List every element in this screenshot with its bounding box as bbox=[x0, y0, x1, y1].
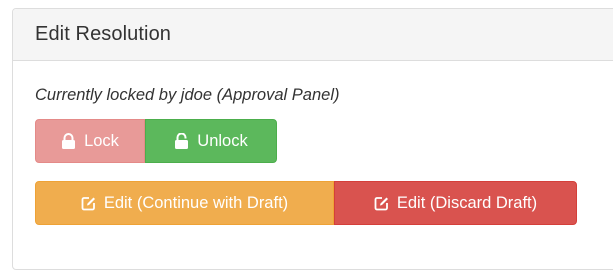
edit-discard-draft-button[interactable]: Edit (Discard Draft) bbox=[334, 181, 577, 225]
edit-resolution-panel: Edit Resolution Currently locked by jdoe… bbox=[12, 8, 613, 270]
unlock-button[interactable]: Unlock bbox=[145, 119, 277, 163]
edit-icon bbox=[81, 196, 96, 211]
panel-title: Edit Resolution bbox=[35, 23, 172, 45]
lock-button[interactable]: Lock bbox=[35, 119, 145, 163]
unlock-icon bbox=[174, 133, 189, 149]
panel-heading: Edit Resolution bbox=[13, 9, 613, 61]
edit-continue-draft-button[interactable]: Edit (Continue with Draft) bbox=[35, 181, 334, 225]
unlock-button-label: Unlock bbox=[197, 131, 248, 150]
lock-button-label: Lock bbox=[84, 131, 119, 150]
edit-button-group: Edit (Continue with Draft) Edit (Discard… bbox=[35, 181, 613, 225]
edit-icon bbox=[374, 196, 389, 211]
lock-icon bbox=[61, 133, 76, 149]
panel-body: Currently locked by jdoe (Approval Panel… bbox=[13, 61, 613, 225]
edit-discard-draft-label: Edit (Discard Draft) bbox=[396, 193, 538, 212]
lock-status-text: Currently locked by jdoe (Approval Panel… bbox=[35, 86, 340, 104]
lock-button-group: Lock Unlock bbox=[35, 119, 613, 163]
edit-continue-draft-label: Edit (Continue with Draft) bbox=[103, 193, 289, 212]
